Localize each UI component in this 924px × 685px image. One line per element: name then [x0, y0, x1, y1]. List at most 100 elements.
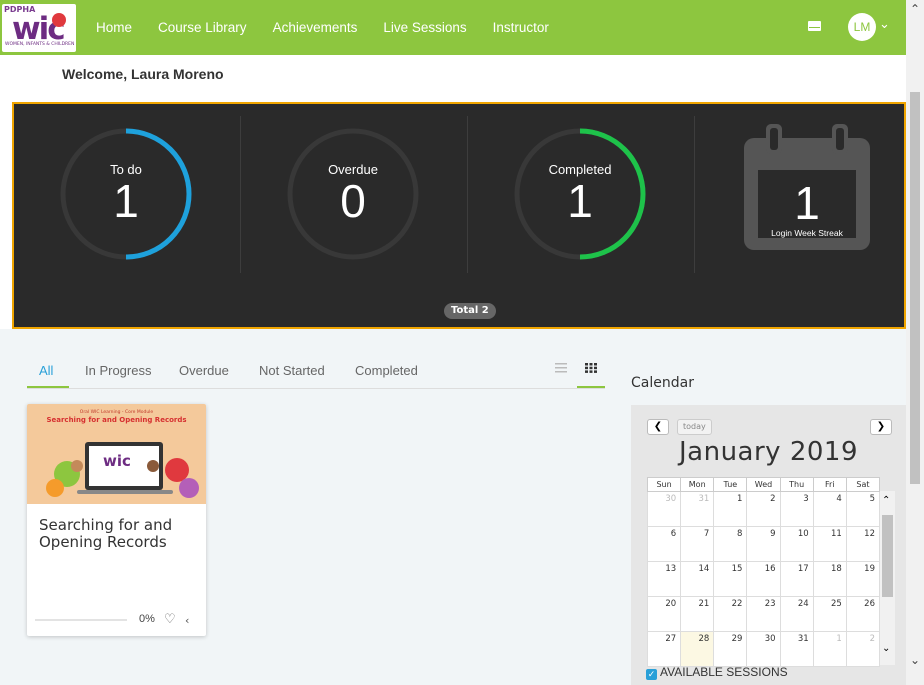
calendar-day[interactable]: 2: [746, 491, 781, 527]
calendar-day[interactable]: 22: [713, 596, 748, 632]
tab-all[interactable]: All: [39, 363, 53, 378]
calendar-day[interactable]: 8: [713, 526, 748, 562]
scrollbar-thumb[interactable]: [910, 92, 920, 484]
calendar-day[interactable]: 23: [746, 596, 781, 632]
tab-in-progress[interactable]: In Progress: [85, 363, 151, 378]
weekday-header: Wed: [746, 477, 781, 492]
overdue-count[interactable]: 0: [303, 174, 403, 228]
scroll-down-arrow-icon[interactable]: ⌄: [910, 653, 920, 667]
calendar-widget: ❮ today ❯ January 2019 Sun Mon Tue Wed T…: [631, 405, 906, 685]
list-view-icon[interactable]: [555, 363, 567, 373]
main-nav: Home Course Library Achievements Live Se…: [96, 0, 549, 55]
calendar-day[interactable]: 30: [646, 491, 682, 527]
thumbnail-wic-logo: wic: [103, 452, 131, 470]
calendar-day[interactable]: 31: [680, 491, 715, 527]
calendar-day[interactable]: 5: [845, 491, 881, 527]
share-icon[interactable]: ‹: [185, 614, 189, 627]
tab-completed[interactable]: Completed: [355, 363, 418, 378]
course-thumbnail[interactable]: Oral WIC Learning - Core Module Searchin…: [27, 404, 206, 504]
stats-divider: [694, 116, 695, 273]
calendar-day[interactable]: 9: [746, 526, 781, 562]
total-badge: Total 2: [444, 303, 496, 319]
welcome-message: Welcome, Laura Moreno: [62, 66, 224, 82]
calendar-next-button[interactable]: ❯: [870, 419, 892, 435]
calendar-day-today[interactable]: 28: [680, 631, 715, 667]
calendar-grid: Sun Mon Tue Wed Thu Fri Sat 30 31 1 2 3 …: [646, 477, 881, 667]
login-streak-label: Login Week Streak: [771, 228, 843, 238]
calendar-scrollbar[interactable]: ⌃ ⌄: [880, 491, 895, 665]
calendar-day[interactable]: 31: [779, 631, 814, 667]
weekday-header: Thu: [779, 477, 814, 492]
nav-home[interactable]: Home: [96, 20, 132, 35]
calendar-day[interactable]: 25: [812, 596, 847, 632]
calendar-day[interactable]: 18: [812, 561, 847, 597]
todo-count[interactable]: 1: [76, 174, 176, 228]
calendar-day[interactable]: 14: [680, 561, 715, 597]
calendar-day[interactable]: 7: [680, 526, 715, 562]
calendar-scroll-down-icon[interactable]: ⌄: [882, 643, 890, 654]
available-sessions-label: AVAILABLE SESSIONS: [660, 665, 788, 679]
tab-active-underline: [27, 386, 69, 388]
calendar-day[interactable]: 21: [680, 596, 715, 632]
weekday-header: Mon: [680, 477, 715, 492]
calendar-scroll-up-icon[interactable]: ⌃: [882, 495, 890, 506]
top-nav-bar: PDPHA wic WOMEN, INFANTS & CHILDREN Home…: [0, 0, 906, 55]
calendar-day[interactable]: 27: [646, 631, 682, 667]
calendar-day[interactable]: 10: [779, 526, 814, 562]
calendar-prev-button[interactable]: ❮: [647, 419, 669, 435]
calendar-day[interactable]: 12: [845, 526, 881, 562]
tab-overdue[interactable]: Overdue: [179, 363, 229, 378]
calendar-day[interactable]: 1: [713, 491, 748, 527]
login-streak-count: 1: [794, 177, 820, 229]
calendar-day[interactable]: 30: [746, 631, 781, 667]
calendar-day[interactable]: 20: [646, 596, 682, 632]
calendar-day[interactable]: 15: [713, 561, 748, 597]
heart-icon[interactable]: ♡: [164, 612, 176, 627]
available-sessions-filter[interactable]: ✓ AVAILABLE SESSIONS: [646, 665, 788, 680]
calendar-heading: Calendar: [631, 375, 694, 391]
wic-logo[interactable]: PDPHA wic WOMEN, INFANTS & CHILDREN: [2, 4, 76, 52]
checkbox-checked-icon[interactable]: ✓: [646, 669, 657, 680]
calendar-day[interactable]: 16: [746, 561, 781, 597]
calendar-day[interactable]: 6: [646, 526, 682, 562]
weekday-header: Fri: [812, 477, 847, 492]
nav-achievements[interactable]: Achievements: [273, 20, 358, 35]
nav-live-sessions[interactable]: Live Sessions: [383, 20, 466, 35]
course-progress-bar: [35, 619, 127, 621]
course-title[interactable]: Searching for and Opening Records: [39, 517, 199, 551]
calendar-day[interactable]: 4: [812, 491, 847, 527]
stats-panel: To do 1 Overdue 0 Completed 1 1 Login We…: [12, 102, 906, 329]
nav-instructor[interactable]: Instructor: [493, 20, 549, 35]
calendar-day[interactable]: 1: [812, 631, 847, 667]
chevron-down-icon[interactable]: ⌄: [879, 17, 890, 32]
grid-view-icon[interactable]: [585, 363, 597, 373]
calendar-today-button[interactable]: today: [677, 419, 712, 435]
calendar-day[interactable]: 11: [812, 526, 847, 562]
content-area: All In Progress Overdue Not Started Comp…: [0, 329, 906, 685]
calendar-day[interactable]: 19: [845, 561, 881, 597]
calendar-day[interactable]: 29: [713, 631, 748, 667]
calendar-day[interactable]: 2: [845, 631, 881, 667]
weekday-header: Sun: [646, 477, 682, 492]
calendar-day[interactable]: 26: [845, 596, 881, 632]
mail-icon[interactable]: [808, 21, 821, 31]
nav-course-library[interactable]: Course Library: [158, 20, 247, 35]
stats-divider: [240, 116, 241, 273]
user-avatar[interactable]: LM: [848, 13, 876, 41]
calendar-scroll-thumb[interactable]: [882, 515, 893, 597]
scroll-up-arrow-icon[interactable]: ⌃: [910, 2, 920, 16]
calendar-day[interactable]: 3: [779, 491, 814, 527]
course-progress-percent: 0%: [139, 613, 155, 625]
apple-icon: [52, 13, 66, 27]
tab-not-started[interactable]: Not Started: [259, 363, 325, 378]
calendar-day[interactable]: 17: [779, 561, 814, 597]
stats-divider: [467, 116, 468, 273]
page-scrollbar[interactable]: ⌃ ⌄: [906, 0, 924, 685]
completed-count[interactable]: 1: [530, 174, 630, 228]
calendar-day[interactable]: 24: [779, 596, 814, 632]
view-active-underline: [577, 386, 605, 388]
course-card[interactable]: Oral WIC Learning - Core Module Searchin…: [27, 404, 206, 636]
calendar-day[interactable]: 13: [646, 561, 682, 597]
logo-tagline: WOMEN, INFANTS & CHILDREN: [5, 42, 75, 47]
weekday-header: Sat: [845, 477, 881, 492]
